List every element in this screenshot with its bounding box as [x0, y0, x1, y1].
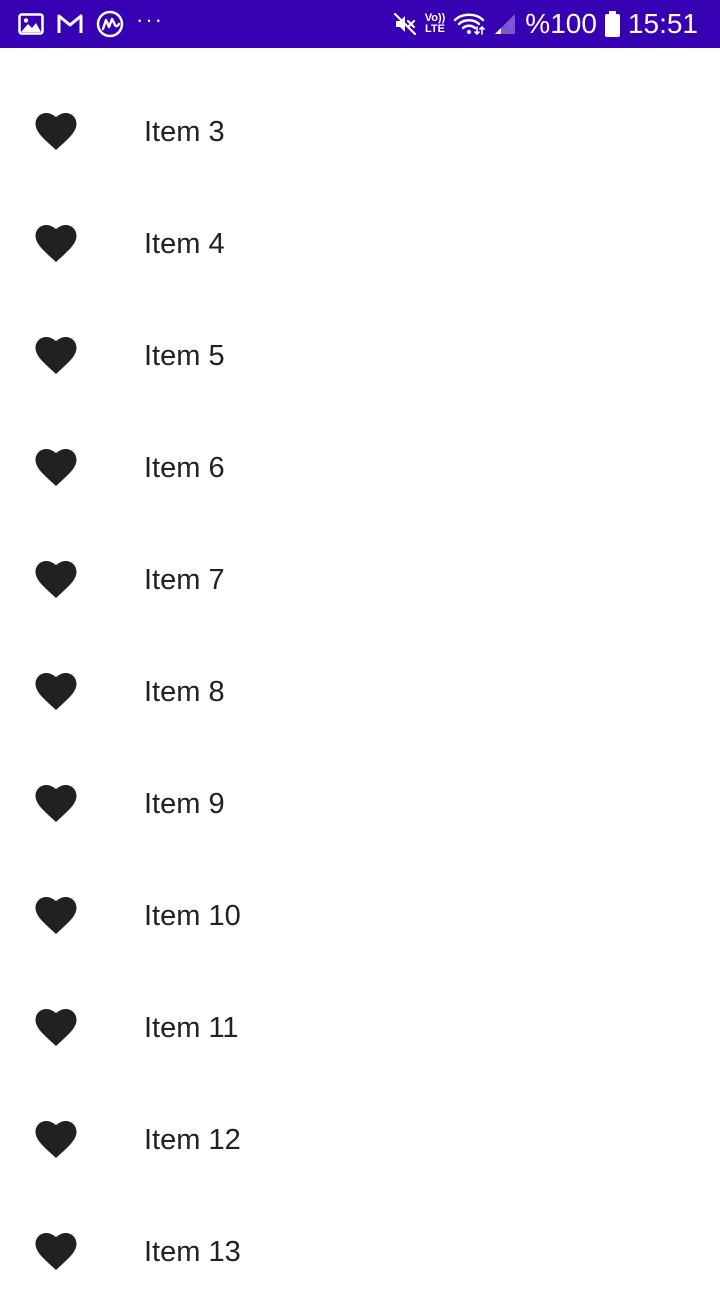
list-item-6[interactable]: Item 8: [0, 636, 720, 748]
list-item-7[interactable]: Item 9: [0, 748, 720, 860]
list-item-label: Item 8: [144, 675, 225, 708]
heart-icon: [35, 897, 77, 935]
heart-icon: [35, 1009, 77, 1047]
volte-icon: Vo)) LTE: [425, 13, 446, 35]
list-item-label: Item 9: [144, 787, 225, 820]
heart-icon: [35, 337, 77, 375]
heart-icon: [35, 113, 77, 151]
status-bar: ··· Vo)) LTE %100 15:51: [0, 0, 720, 48]
signal-icon: [493, 12, 517, 36]
more-dots-icon: ···: [136, 7, 164, 32]
list-item-11[interactable]: Item 13: [0, 1196, 720, 1308]
gmail-icon: [56, 13, 84, 35]
list-item-label: Item 11: [144, 1011, 239, 1044]
list-item-10[interactable]: Item 12: [0, 1084, 720, 1196]
list-item-label: Item 13: [144, 1235, 241, 1268]
list-item-9[interactable]: Item 11: [0, 972, 720, 1084]
list-item-1[interactable]: Item 3: [0, 76, 720, 188]
battery-percentage: %100: [525, 8, 597, 39]
gallery-icon: [18, 13, 44, 35]
heart-icon: [35, 1233, 77, 1271]
coinmarketcap-icon: [96, 10, 124, 38]
status-bar-notifications: ···: [18, 7, 176, 38]
item-list: Item 3 Item 4 Item 5 Item 6 Item 7 Item …: [0, 76, 720, 1308]
list-item-label: Item 3: [144, 115, 225, 148]
list-item-4[interactable]: Item 6: [0, 412, 720, 524]
list-item-label: Item 5: [144, 339, 225, 372]
heart-icon: [35, 561, 77, 599]
heart-icon: [35, 785, 77, 823]
heart-icon: [35, 449, 77, 487]
list-item-5[interactable]: Item 7: [0, 524, 720, 636]
list-item-2[interactable]: Item 4: [0, 188, 720, 300]
list-item-label: Item 12: [144, 1123, 241, 1156]
heart-icon: [35, 673, 77, 711]
status-bar-system: Vo)) LTE %100 15:51: [385, 10, 698, 38]
battery-icon: [604, 11, 620, 37]
lte-label: LTE: [425, 23, 445, 35]
list-item-label: Item 7: [144, 563, 225, 596]
heart-icon: [35, 225, 77, 263]
heart-icon: [35, 1121, 77, 1159]
list-item-label: Item 6: [144, 451, 225, 484]
list-item-label: Item 10: [144, 899, 241, 932]
mute-icon: [393, 12, 417, 36]
list-item-8[interactable]: Item 10: [0, 860, 720, 972]
clock: 15:51: [627, 8, 698, 39]
wifi-icon: [453, 12, 486, 36]
list-item-3[interactable]: Item 5: [0, 300, 720, 412]
list-item-label: Item 4: [144, 227, 225, 260]
